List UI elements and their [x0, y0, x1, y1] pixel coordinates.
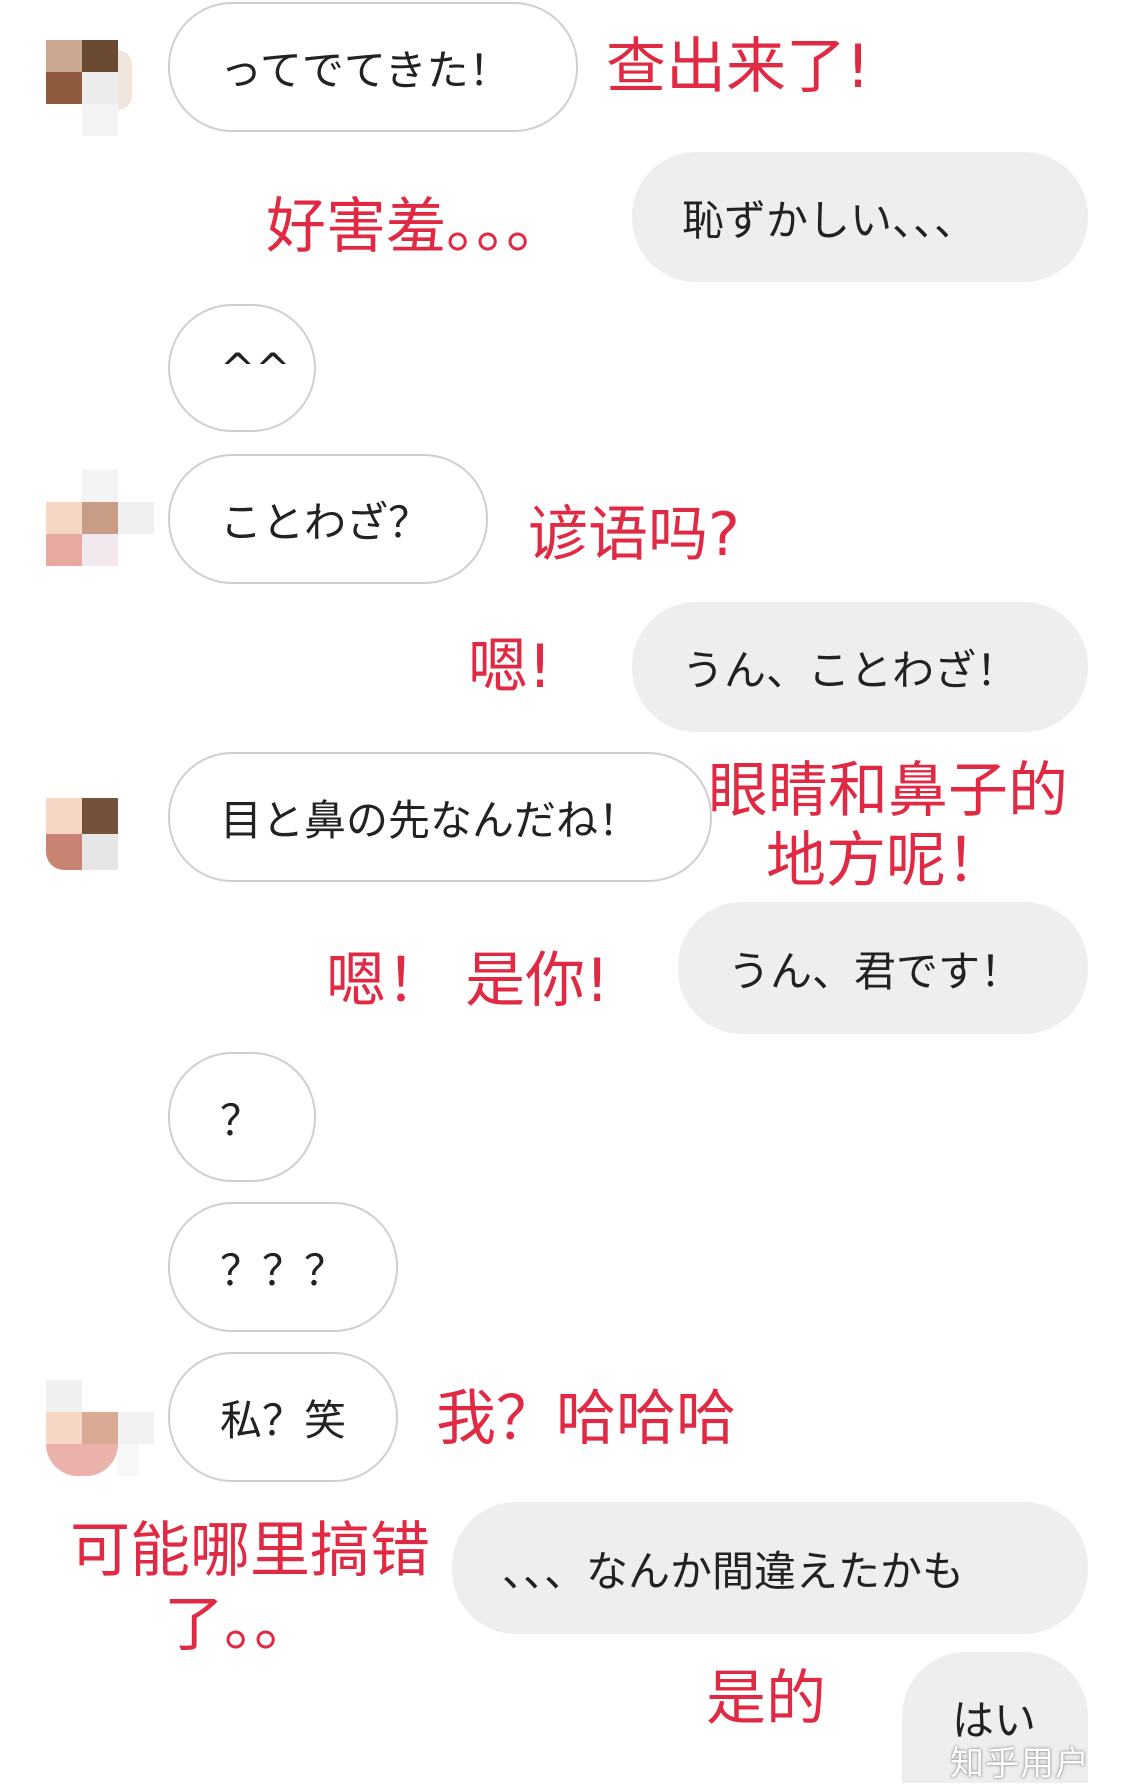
message-text: ってでてきた！	[220, 45, 511, 95]
message-bubble-received[interactable]: ってでてきた！	[168, 2, 578, 132]
annotation-text: 眼睛和鼻子的	[708, 756, 1068, 826]
message-text: 恥ずかしい、、、	[682, 195, 977, 245]
message-bubble-sent[interactable]: 、、、なんか間違えたかも	[452, 1502, 1088, 1634]
annotation-text: 地方呢！	[766, 826, 1006, 896]
message-text: うん、ことわざ！	[682, 645, 1019, 695]
message-text: ^^	[220, 343, 291, 393]
message-text: ことわざ？	[220, 497, 431, 547]
avatar[interactable]	[46, 798, 156, 908]
message-bubble-received[interactable]: ことわざ？	[168, 454, 488, 584]
avatar[interactable]	[46, 470, 156, 580]
annotation-text: 查出来了!	[606, 32, 871, 102]
annotation-text: 了。。	[164, 1590, 314, 1660]
message-bubble-received[interactable]: ^^	[168, 304, 316, 432]
avatar[interactable]	[46, 40, 156, 150]
message-bubble-sent[interactable]: うん、ことわざ！	[632, 602, 1088, 732]
annotation-text: 可能哪里搞错	[70, 1516, 430, 1586]
message-text: 目と鼻の先なんだね！	[220, 795, 641, 845]
annotation-text: 嗯!	[468, 632, 553, 702]
message-bubble-received[interactable]: 私？笑	[168, 1352, 398, 1482]
message-bubble-sent[interactable]: うん、君です！	[678, 902, 1088, 1034]
message-text: 、、、なんか間違えたかも	[502, 1546, 965, 1596]
annotation-text: 是的	[706, 1664, 826, 1734]
message-text: ？？？	[220, 1245, 347, 1295]
message-text: うん、君です！	[728, 946, 1023, 996]
message-bubble-received[interactable]: 目と鼻の先なんだね！	[168, 752, 712, 882]
message-text: 私？笑	[220, 1395, 347, 1445]
annotation-text: 好害羞。。。	[266, 192, 566, 262]
annotation-text: 我？哈哈哈	[436, 1384, 736, 1454]
message-bubble-received[interactable]: ？？？	[168, 1202, 398, 1332]
avatar[interactable]	[46, 1380, 156, 1490]
annotation-text: 谚语吗?	[528, 500, 740, 570]
message-bubble-received[interactable]: ？	[168, 1052, 316, 1182]
annotation-text: 嗯！ 是你!	[326, 946, 610, 1016]
watermark: 知乎用户	[950, 1744, 1090, 1784]
message-text: ？	[220, 1095, 263, 1145]
message-bubble-sent[interactable]: 恥ずかしい、、、	[632, 152, 1088, 282]
